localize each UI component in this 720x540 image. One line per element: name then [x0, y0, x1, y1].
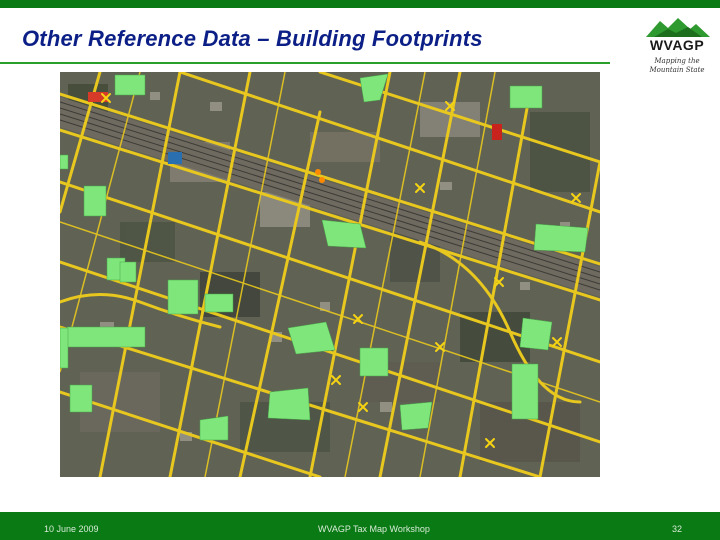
slide-title: Other Reference Data – Building Footprin…	[22, 26, 483, 51]
wvagp-logo: WVAGP Mapping the Mountain State	[638, 15, 716, 79]
tagline-line-1: Mapping the	[654, 57, 700, 65]
mountain-logo-icon	[646, 18, 710, 37]
title-underline	[0, 62, 610, 64]
footer-page-number: 32	[672, 524, 683, 534]
top-accent-bar	[0, 0, 720, 8]
footer-date: 10 June 2009	[44, 524, 99, 534]
logo-tagline: Mapping the Mountain State	[638, 57, 716, 75]
tagline-line-2: Mountain State	[649, 66, 705, 74]
aerial-map-image	[60, 72, 600, 477]
footer-event: WVAGP Tax Map Workshop	[318, 524, 430, 534]
logo-text: WVAGP	[649, 37, 705, 53]
